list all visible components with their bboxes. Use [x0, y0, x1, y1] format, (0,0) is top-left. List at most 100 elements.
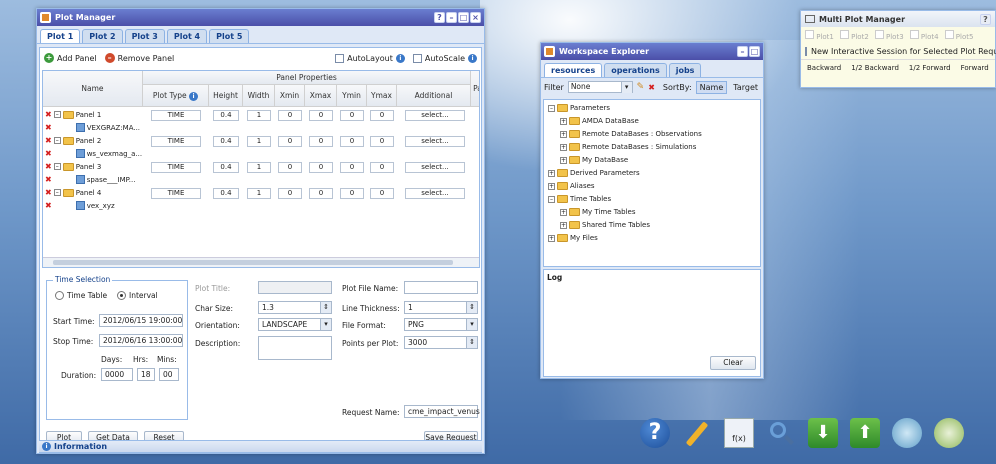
additional-select[interactable]: select...: [405, 188, 465, 199]
delete-icon[interactable]: ✖: [45, 201, 52, 210]
table-row[interactable]: ✖ VEXGRAZ:MA...: [45, 123, 140, 132]
tree-node-derived-parameters[interactable]: + Derived Parameters: [548, 169, 640, 177]
delete-icon[interactable]: ✖: [45, 175, 52, 184]
tree-node-my-files[interactable]: + My Files: [548, 234, 598, 242]
plot-title-input[interactable]: [258, 281, 332, 294]
col-header-additional[interactable]: Additional: [397, 85, 471, 107]
height-cell[interactable]: 0.4: [213, 110, 239, 121]
delete-icon[interactable]: ✖: [45, 136, 52, 145]
workspace-titlebar[interactable]: Workspace Explorer – □: [541, 43, 763, 60]
minimize-icon[interactable]: –: [446, 12, 457, 23]
new-session-check[interactable]: [805, 47, 807, 56]
clear-button[interactable]: Clear: [710, 356, 756, 370]
plot5-checkbox[interactable]: Plot5: [944, 30, 973, 41]
table-row[interactable]: ✖ – Panel 3: [45, 162, 101, 171]
stop-time-input[interactable]: 2012/06/16 13:00:00: [99, 334, 183, 347]
orientation-select[interactable]: LANDSCAPE ▾: [258, 318, 332, 331]
duration-days-input[interactable]: 0000: [101, 368, 133, 381]
upload-icon[interactable]: ⬆: [850, 418, 880, 448]
help-icon[interactable]: ?: [434, 12, 445, 23]
tab-plot-1[interactable]: Plot 1: [40, 29, 81, 43]
delete-icon[interactable]: ✖: [648, 83, 655, 92]
autolayout-check[interactable]: [335, 53, 345, 63]
plot-type-cell[interactable]: TIME: [151, 188, 201, 199]
interval-radio[interactable]: Interval: [117, 291, 158, 300]
xmax-cell[interactable]: 0: [309, 110, 333, 121]
request-name-input[interactable]: cme_impact_venus: [404, 405, 480, 418]
backward-button[interactable]: Backward: [807, 64, 841, 72]
col-header-xmin[interactable]: Xmin: [275, 85, 305, 107]
autoscale-check[interactable]: [412, 53, 422, 63]
ymax-cell[interactable]: 0: [370, 162, 394, 173]
pencil-icon[interactable]: [682, 418, 712, 448]
autoscale-checkbox[interactable]: AutoScale i: [412, 53, 477, 63]
info-icon[interactable]: i: [395, 53, 405, 63]
filter-select[interactable]: None ▾: [567, 81, 633, 93]
delete-icon[interactable]: ✖: [45, 162, 52, 171]
delete-icon[interactable]: ✖: [45, 123, 52, 132]
settings-icon[interactable]: [934, 418, 964, 448]
half-forward-button[interactable]: 1/2 Forward: [909, 64, 951, 72]
maximize-icon[interactable]: □: [749, 46, 760, 57]
tab-plot-2[interactable]: Plot 2: [82, 29, 123, 43]
edit-icon[interactable]: ✎: [637, 82, 645, 92]
xmin-cell[interactable]: 0: [278, 136, 302, 147]
plot3-checkbox[interactable]: Plot3: [874, 30, 904, 41]
char-size-input[interactable]: 1.3 ⇕: [258, 301, 332, 314]
points-input[interactable]: 3000 ⇕: [404, 336, 478, 349]
start-time-input[interactable]: 2012/06/15 19:00:00: [99, 314, 183, 327]
collapse-icon[interactable]: –: [53, 137, 61, 144]
plot-type-cell[interactable]: TIME: [151, 162, 201, 173]
tab-resources[interactable]: resources: [544, 63, 603, 77]
delete-icon[interactable]: ✖: [45, 188, 52, 197]
expand-icon[interactable]: +: [560, 130, 567, 138]
expand-icon[interactable]: +: [560, 156, 567, 164]
tree-node-my-time-tables[interactable]: + My Time Tables: [560, 208, 636, 216]
collapse-icon[interactable]: –: [548, 195, 555, 203]
information-bar[interactable]: i Information: [39, 440, 482, 452]
collapse-icon[interactable]: –: [53, 111, 61, 118]
tree-node-parameters[interactable]: – Parameters: [548, 104, 610, 112]
chevron-down-icon[interactable]: ▾: [320, 319, 331, 330]
col-header-plot-type[interactable]: Plot Type i: [143, 85, 209, 107]
close-icon[interactable]: ×: [470, 12, 481, 23]
table-row[interactable]: ✖ – Panel 4: [45, 188, 101, 197]
collapse-icon[interactable]: –: [548, 104, 555, 112]
table-row[interactable]: ✖ ws_vexmag_a...: [45, 149, 142, 158]
delete-icon[interactable]: ✖: [45, 110, 52, 119]
autolayout-checkbox[interactable]: AutoLayout i: [335, 53, 405, 63]
horizontal-scrollbar[interactable]: [43, 257, 479, 267]
width-cell[interactable]: 1: [247, 110, 271, 121]
col-header-ymin[interactable]: Ymin: [337, 85, 367, 107]
scrollbar-thumb[interactable]: [53, 260, 453, 265]
collapse-icon[interactable]: –: [53, 163, 61, 170]
file-name-input[interactable]: [404, 281, 478, 294]
tab-plot-5[interactable]: Plot 5: [209, 29, 250, 43]
plot-type-cell[interactable]: TIME: [151, 110, 201, 121]
xmax-cell[interactable]: 0: [309, 136, 333, 147]
height-cell[interactable]: 0.4: [213, 136, 239, 147]
height-cell[interactable]: 0.4: [213, 188, 239, 199]
expand-icon[interactable]: +: [548, 182, 555, 190]
xmin-cell[interactable]: 0: [278, 162, 302, 173]
expand-icon[interactable]: +: [560, 208, 567, 216]
table-row[interactable]: ✖ spase___IMP...: [45, 175, 135, 184]
help-icon[interactable]: ?: [980, 13, 991, 25]
plot4-checkbox[interactable]: Plot4: [909, 30, 939, 41]
tab-jobs[interactable]: jobs: [668, 63, 702, 77]
tree-node-amda-database[interactable]: + AMDA DataBase: [560, 117, 639, 125]
info-icon[interactable]: i: [189, 92, 199, 101]
xmin-cell[interactable]: 0: [278, 110, 302, 121]
width-cell[interactable]: 1: [247, 136, 271, 147]
minimize-icon[interactable]: –: [737, 46, 748, 57]
maximize-icon[interactable]: □: [458, 12, 469, 23]
table-row[interactable]: ✖ – Panel 1: [45, 110, 101, 119]
ymin-cell[interactable]: 0: [340, 136, 364, 147]
tree-node-remote-simulations[interactable]: + Remote DataBases : Simulations: [560, 143, 696, 151]
width-cell[interactable]: 1: [247, 162, 271, 173]
table-row[interactable]: ✖ – Panel 2: [45, 136, 101, 145]
tree-node-my-database[interactable]: + My DataBase: [560, 156, 628, 164]
width-cell[interactable]: 1: [247, 188, 271, 199]
help-icon[interactable]: ?: [640, 418, 670, 448]
table-row[interactable]: ✖ vex_xyz: [45, 201, 115, 210]
